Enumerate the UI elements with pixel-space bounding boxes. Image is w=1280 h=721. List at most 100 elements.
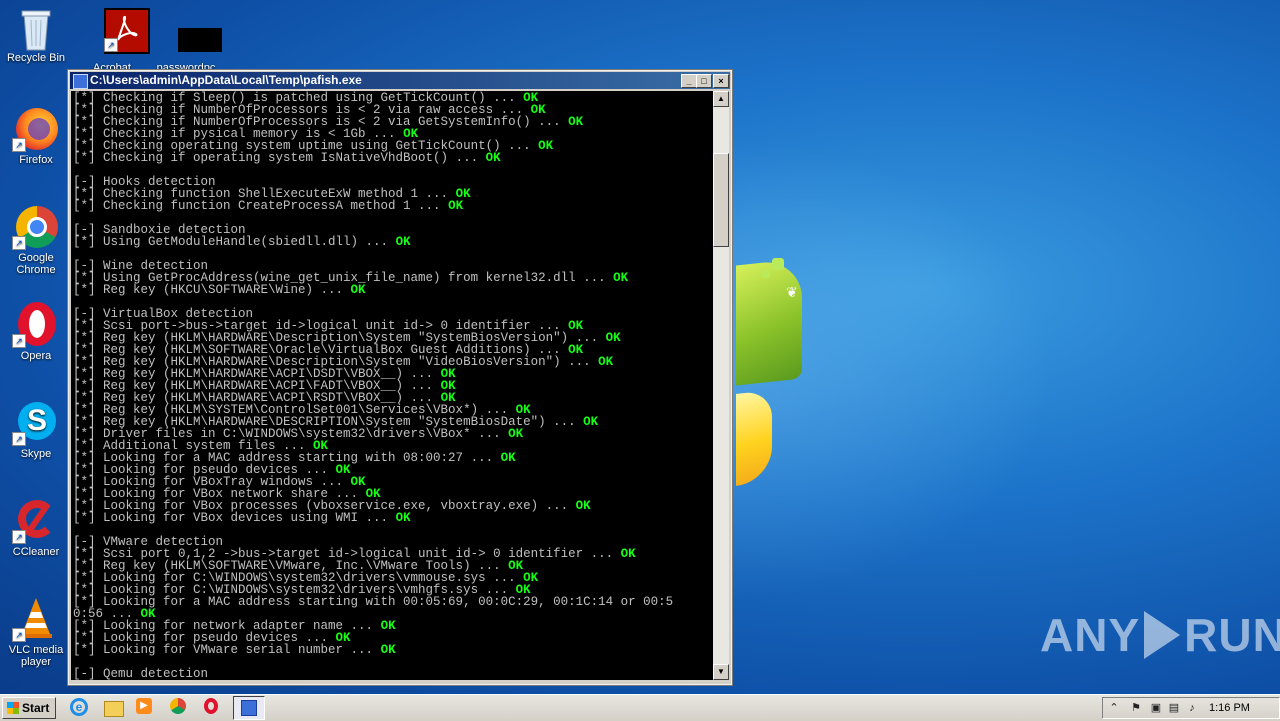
shortcut-arrow-icon: ↗ (12, 236, 26, 250)
console-window[interactable]: C:\Users\admin\AppData\Local\Temp\pafish… (67, 69, 733, 686)
desktop-icon-ccleaner[interactable]: ↗ CCleaner (0, 498, 72, 558)
vlc-cone-icon: ↗ (12, 596, 58, 642)
console-line: [-] Qemu detection (73, 668, 208, 680)
watermark-left: ANY (1040, 609, 1141, 661)
shortcut-arrow-icon: ↗ (104, 38, 118, 52)
shortcut-arrow-icon: ↗ (12, 530, 26, 544)
status-ok: OK (598, 355, 614, 369)
chrome-icon: ↗ (12, 204, 58, 250)
desktop-icon-google-chrome[interactable]: ↗ Google Chrome (0, 204, 72, 276)
desktop-icon-acrobat[interactable]: ↗ Acrobat (76, 6, 150, 74)
acrobat-icon: ↗ (90, 6, 150, 54)
desktop-icon-vlc[interactable]: ↗ VLC media player (0, 596, 72, 668)
status-ok: OK (380, 643, 396, 657)
logo-bubble (762, 270, 770, 278)
desktop-icon-label: CCleaner (12, 546, 60, 558)
logo-bubble (772, 258, 784, 270)
desktop-icon-firefox[interactable]: ↗ Firefox (0, 106, 72, 166)
opera-icon: ↗ (12, 302, 58, 348)
console-line: [*] Looking for a MAC address starting w… (73, 595, 674, 609)
scroll-up-button[interactable]: ▲ (713, 91, 729, 107)
console-line: [*] Reg key (HKCU\SOFTWARE\Wine) ... OK (73, 283, 366, 297)
scroll-thumb[interactable] (713, 153, 729, 247)
status-ok: OK (575, 499, 591, 513)
show-hidden-icons-icon[interactable]: ⌃ (1107, 701, 1121, 715)
desktop-icon-label: Firefox (19, 154, 53, 166)
console-line: [*] Checking function CreateProcessA met… (73, 199, 464, 213)
recycle-bin-icon (14, 6, 58, 51)
close-button[interactable]: × (713, 74, 729, 88)
shortcut-arrow-icon: ↗ (12, 628, 26, 642)
vertical-scrollbar[interactable]: ▲ ▼ (713, 91, 729, 680)
console-line: [*] Using GetModuleHandle(sbiedll.dll) .… (73, 235, 411, 249)
status-ok: OK (508, 427, 524, 441)
desktop-icon-label: VLC media player (8, 644, 64, 668)
console-line-text: [*] Using GetModuleHandle(sbiedll.dll) .… (73, 235, 396, 249)
watermark-right: RUN (1184, 609, 1280, 661)
desktop-icon-skype[interactable]: S ↗ Skype (0, 400, 72, 460)
console-line-text: [*] Reg key (HKCU\SOFTWARE\Wine) ... (73, 283, 351, 297)
desktop-icon-opera[interactable]: ↗ Opera (0, 302, 72, 362)
clock[interactable]: 1:16 PM (1209, 698, 1250, 718)
console-line: [*] Checking if operating system IsNativ… (73, 151, 501, 165)
window-titlebar[interactable]: C:\Users\admin\AppData\Local\Temp\pafish… (70, 72, 730, 89)
folder-icon[interactable] (104, 698, 124, 718)
status-ok: OK (605, 331, 621, 345)
console-taskbar-icon (241, 700, 257, 716)
desktop-icon-label: Skype (20, 448, 52, 460)
status-ok: OK (538, 139, 554, 153)
butterfly-icon: ❦ (786, 284, 798, 300)
shortcut-arrow-icon: ↗ (12, 138, 26, 152)
console-line-text: [*] Looking for VMware serial number ... (73, 643, 381, 657)
media-player-icon[interactable]: ▶ (136, 698, 156, 718)
status-ok: OK (395, 511, 411, 525)
status-ok: OK (448, 199, 464, 213)
status-ok: OK (485, 151, 501, 165)
desktop-icon-label: Opera (20, 350, 52, 362)
status-ok: OK (500, 451, 516, 465)
volume-icon[interactable]: ♪ (1185, 701, 1199, 715)
internet-explorer-icon[interactable]: e (70, 698, 90, 718)
document-icon (164, 6, 222, 52)
status-ok: OK (380, 619, 396, 633)
start-label: Start (22, 701, 50, 715)
console-line-text: [*] Checking if operating system IsNativ… (73, 151, 486, 165)
minimize-button[interactable]: _ (681, 74, 697, 88)
desktop-icon-recycle-bin[interactable]: Recycle Bin (0, 6, 72, 64)
play-triangle-icon (1144, 611, 1181, 659)
desktop-icon-passwordpc[interactable]: passwordpc (150, 6, 222, 74)
status-ok: OK (583, 415, 599, 429)
opera-taskbar-icon[interactable] (204, 698, 224, 718)
flag-icon[interactable]: ⚑ (1129, 701, 1143, 715)
start-button[interactable]: Start (2, 697, 56, 719)
taskbar-pafish-button[interactable] (233, 696, 265, 720)
shortcut-arrow-icon: ↗ (12, 334, 26, 348)
status-ok: OK (350, 283, 366, 297)
console-line-text: [*] Looking for VBox devices using WMI .… (73, 511, 396, 525)
status-ok: OK (568, 115, 584, 129)
status-ok: OK (620, 547, 636, 561)
window-title: C:\Users\admin\AppData\Local\Temp\pafish… (90, 73, 362, 87)
console-line: [*] Looking for VMware serial number ...… (73, 643, 396, 657)
windows-logo-green-pane (736, 258, 802, 386)
taskbar: Start e ▶ ⌃ ⚑ ▣ ▤ ♪ 1:16 PM (0, 694, 1280, 721)
status-ok: OK (395, 235, 411, 249)
skype-icon: S ↗ (12, 400, 58, 446)
status-ok: OK (613, 271, 629, 285)
windows-flag-icon (7, 702, 19, 714)
console-line-text: [*] Checking function CreateProcessA met… (73, 199, 449, 213)
system-tray: ⌃ ⚑ ▣ ▤ ♪ 1:16 PM (1102, 697, 1280, 719)
console-output[interactable]: [*] Checking if Sleep() is patched using… (71, 91, 713, 680)
anyrun-watermark: ANY RUN (1040, 608, 1280, 662)
display-icon[interactable]: ▤ (1167, 701, 1181, 715)
console-line-text: [*] Looking for a MAC address starting w… (73, 595, 674, 609)
network-icon[interactable]: ▣ (1149, 701, 1163, 715)
console-line-text: [-] Qemu detection (73, 667, 209, 680)
console-line: [*] Looking for VBox devices using WMI .… (73, 511, 411, 525)
desktop-icon-label: Google Chrome (16, 252, 56, 276)
console-app-icon (73, 74, 88, 89)
chrome-taskbar-icon[interactable] (170, 698, 190, 718)
ccleaner-icon: ↗ (12, 498, 58, 544)
maximize-button[interactable]: □ (696, 74, 712, 88)
scroll-down-button[interactable]: ▼ (713, 664, 729, 680)
